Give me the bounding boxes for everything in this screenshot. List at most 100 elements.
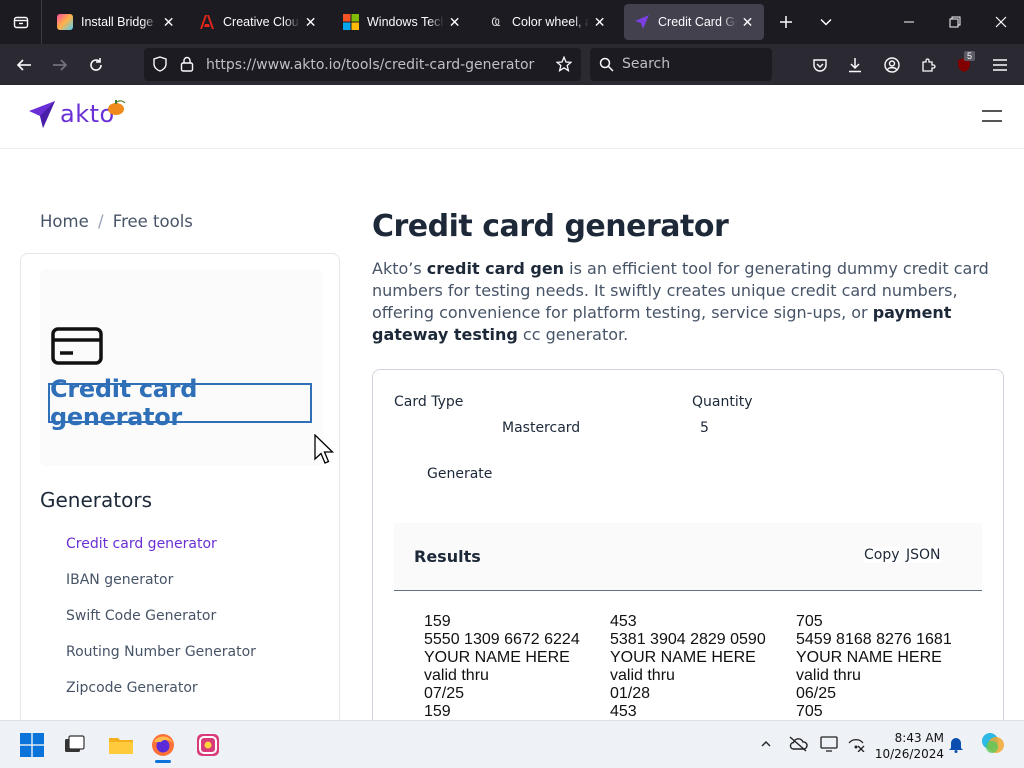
plus-icon (780, 16, 792, 28)
bookmark-star-icon[interactable] (556, 56, 572, 72)
breadcrumb-current[interactable]: Free tools (113, 212, 193, 231)
creative-cloud-taskbar-button[interactable] (196, 733, 220, 757)
url-text[interactable]: https://www.akto.io/tools/credit-card-ge… (206, 57, 534, 73)
generator-link-zipcode[interactable]: Zipcode Generator (66, 680, 256, 716)
ublock-extension-button[interactable]: 5 (949, 50, 979, 80)
network-tray-button[interactable] (845, 733, 867, 755)
firefox-icon (152, 734, 174, 756)
chevron-up-icon (761, 741, 771, 747)
breadcrumb-home-link[interactable]: Home (40, 212, 89, 231)
generate-button[interactable]: Generate (427, 466, 492, 482)
extensions-button[interactable] (913, 50, 943, 80)
generator-link-credit-card[interactable]: Credit card generator (66, 536, 256, 572)
system-clock[interactable]: 8:43 AM 10/26/2024 (874, 730, 944, 762)
browser-tab[interactable]: Creative Cloud: I ✕ (189, 4, 327, 40)
close-tab-icon[interactable]: ✕ (304, 14, 317, 31)
card-number: 5459 8168 8276 1681 (796, 631, 952, 648)
pumpkin-icon (107, 100, 126, 115)
cloud-offline-icon (789, 736, 808, 752)
quantity-input[interactable]: 5 (700, 420, 709, 436)
card-valid-label: valid thru (610, 667, 675, 684)
tab-list-button[interactable] (0, 0, 42, 44)
firefox-taskbar-button[interactable] (151, 733, 175, 763)
hamburger-menu-icon (993, 59, 1007, 71)
browser-tab[interactable]: Windows Techni ✕ (333, 4, 471, 40)
app-menu-button[interactable] (985, 50, 1015, 80)
forward-arrow-icon (53, 59, 68, 71)
close-tab-icon[interactable]: ✕ (741, 14, 754, 31)
akto-logo[interactable]: akto (28, 99, 127, 129)
search-icon (599, 57, 614, 72)
card-number: 5550 1309 6672 6224 (424, 631, 580, 648)
downloads-button[interactable] (840, 50, 870, 80)
close-tab-icon[interactable]: ✕ (593, 14, 606, 31)
card-expiry: 01/28 (610, 685, 651, 702)
browser-tab[interactable]: Install Bridge | A ✕ (47, 4, 185, 40)
monitor-icon (820, 736, 838, 752)
json-button[interactable]: JSON (906, 547, 941, 563)
card-expiry: 06/25 (796, 685, 837, 702)
generators-sidebar: Credit card generator Generators Credit … (20, 253, 340, 720)
show-hidden-icons-button[interactable] (755, 733, 777, 755)
color-wheel-favicon-icon: Ҩ (491, 15, 501, 29)
task-view-icon (65, 735, 85, 752)
generator-link-routing-number[interactable]: Routing Number Generator (66, 644, 256, 680)
reload-button[interactable] (81, 50, 111, 80)
minimize-button[interactable] (895, 8, 923, 36)
card-result: 705 5459 8168 8276 1681 YOUR NAME HERE v… (796, 613, 976, 720)
task-view-button[interactable] (62, 733, 86, 757)
card-type-select[interactable]: Mastercard (502, 420, 580, 436)
browser-tab[interactable]: Ҩ Color wheel, a co ✕ (478, 4, 616, 40)
shield-icon[interactable] (152, 56, 168, 72)
featured-tool-card[interactable]: Credit card generator (40, 269, 323, 466)
pocket-button[interactable] (805, 50, 835, 80)
download-icon (849, 58, 861, 73)
lock-icon[interactable] (180, 56, 194, 72)
site-menu-button[interactable] (982, 110, 1002, 124)
featured-tool-title[interactable]: Credit card generator (48, 375, 312, 431)
akto-favicon-icon (634, 14, 650, 30)
account-button[interactable] (877, 50, 907, 80)
copilot-button[interactable] (980, 731, 1006, 757)
tab-list-icon (13, 16, 28, 29)
close-window-button[interactable] (987, 8, 1015, 36)
pocket-icon (813, 59, 827, 72)
browser-tab-active[interactable]: Credit Card Gen ✕ (624, 4, 764, 40)
card-result: 159 5550 1309 6672 6224 YOUR NAME HERE v… (424, 613, 604, 720)
card-result: 453 5381 3904 2829 0590 YOUR NAME HERE v… (610, 613, 790, 720)
windows-logo-icon (20, 733, 44, 757)
close-tab-icon[interactable]: ✕ (162, 14, 175, 31)
search-bar[interactable]: Search (590, 48, 772, 81)
onedrive-tray-button[interactable] (787, 733, 809, 755)
puzzle-icon (922, 58, 936, 72)
adobe-favicon-icon (199, 14, 215, 30)
close-tab-icon[interactable]: ✕ (448, 14, 461, 31)
card-cvv: 705 (796, 613, 823, 630)
list-all-tabs-button[interactable] (812, 8, 840, 36)
restore-button[interactable] (941, 8, 969, 36)
file-explorer-button[interactable] (108, 733, 133, 757)
card-holder-name: YOUR NAME HERE (796, 649, 942, 666)
desc-text: cc generator. (517, 325, 629, 344)
back-button[interactable] (9, 50, 39, 80)
breadcrumb: Home / Free tools (40, 212, 193, 231)
copy-button[interactable]: Copy (864, 547, 900, 563)
tab-strip: Install Bridge | A ✕ Creative Cloud: I ✕… (0, 0, 1024, 44)
close-icon (995, 16, 1007, 28)
clock-time: 8:43 AM (894, 731, 944, 745)
minimize-icon (904, 21, 914, 23)
start-button[interactable] (20, 733, 44, 757)
card-holder-name: YOUR NAME HERE (610, 649, 756, 666)
extension-badge: 5 (964, 51, 976, 61)
url-bar[interactable]: https://www.akto.io/tools/credit-card-ge… (144, 48, 581, 81)
new-tab-button[interactable] (772, 8, 800, 36)
generator-link-iban[interactable]: IBAN generator (66, 572, 256, 608)
folder-icon (109, 738, 133, 754)
display-tray-button[interactable] (818, 733, 840, 755)
forward-button[interactable] (45, 50, 75, 80)
card-expiry: 07/25 (424, 685, 465, 702)
page-description: Akto’s credit card gen is an efficient t… (372, 258, 1012, 346)
notifications-button[interactable] (945, 733, 967, 755)
navigation-toolbar: https://www.akto.io/tools/credit-card-ge… (0, 44, 1024, 85)
generator-link-swift-code[interactable]: Swift Code Generator (66, 608, 256, 644)
